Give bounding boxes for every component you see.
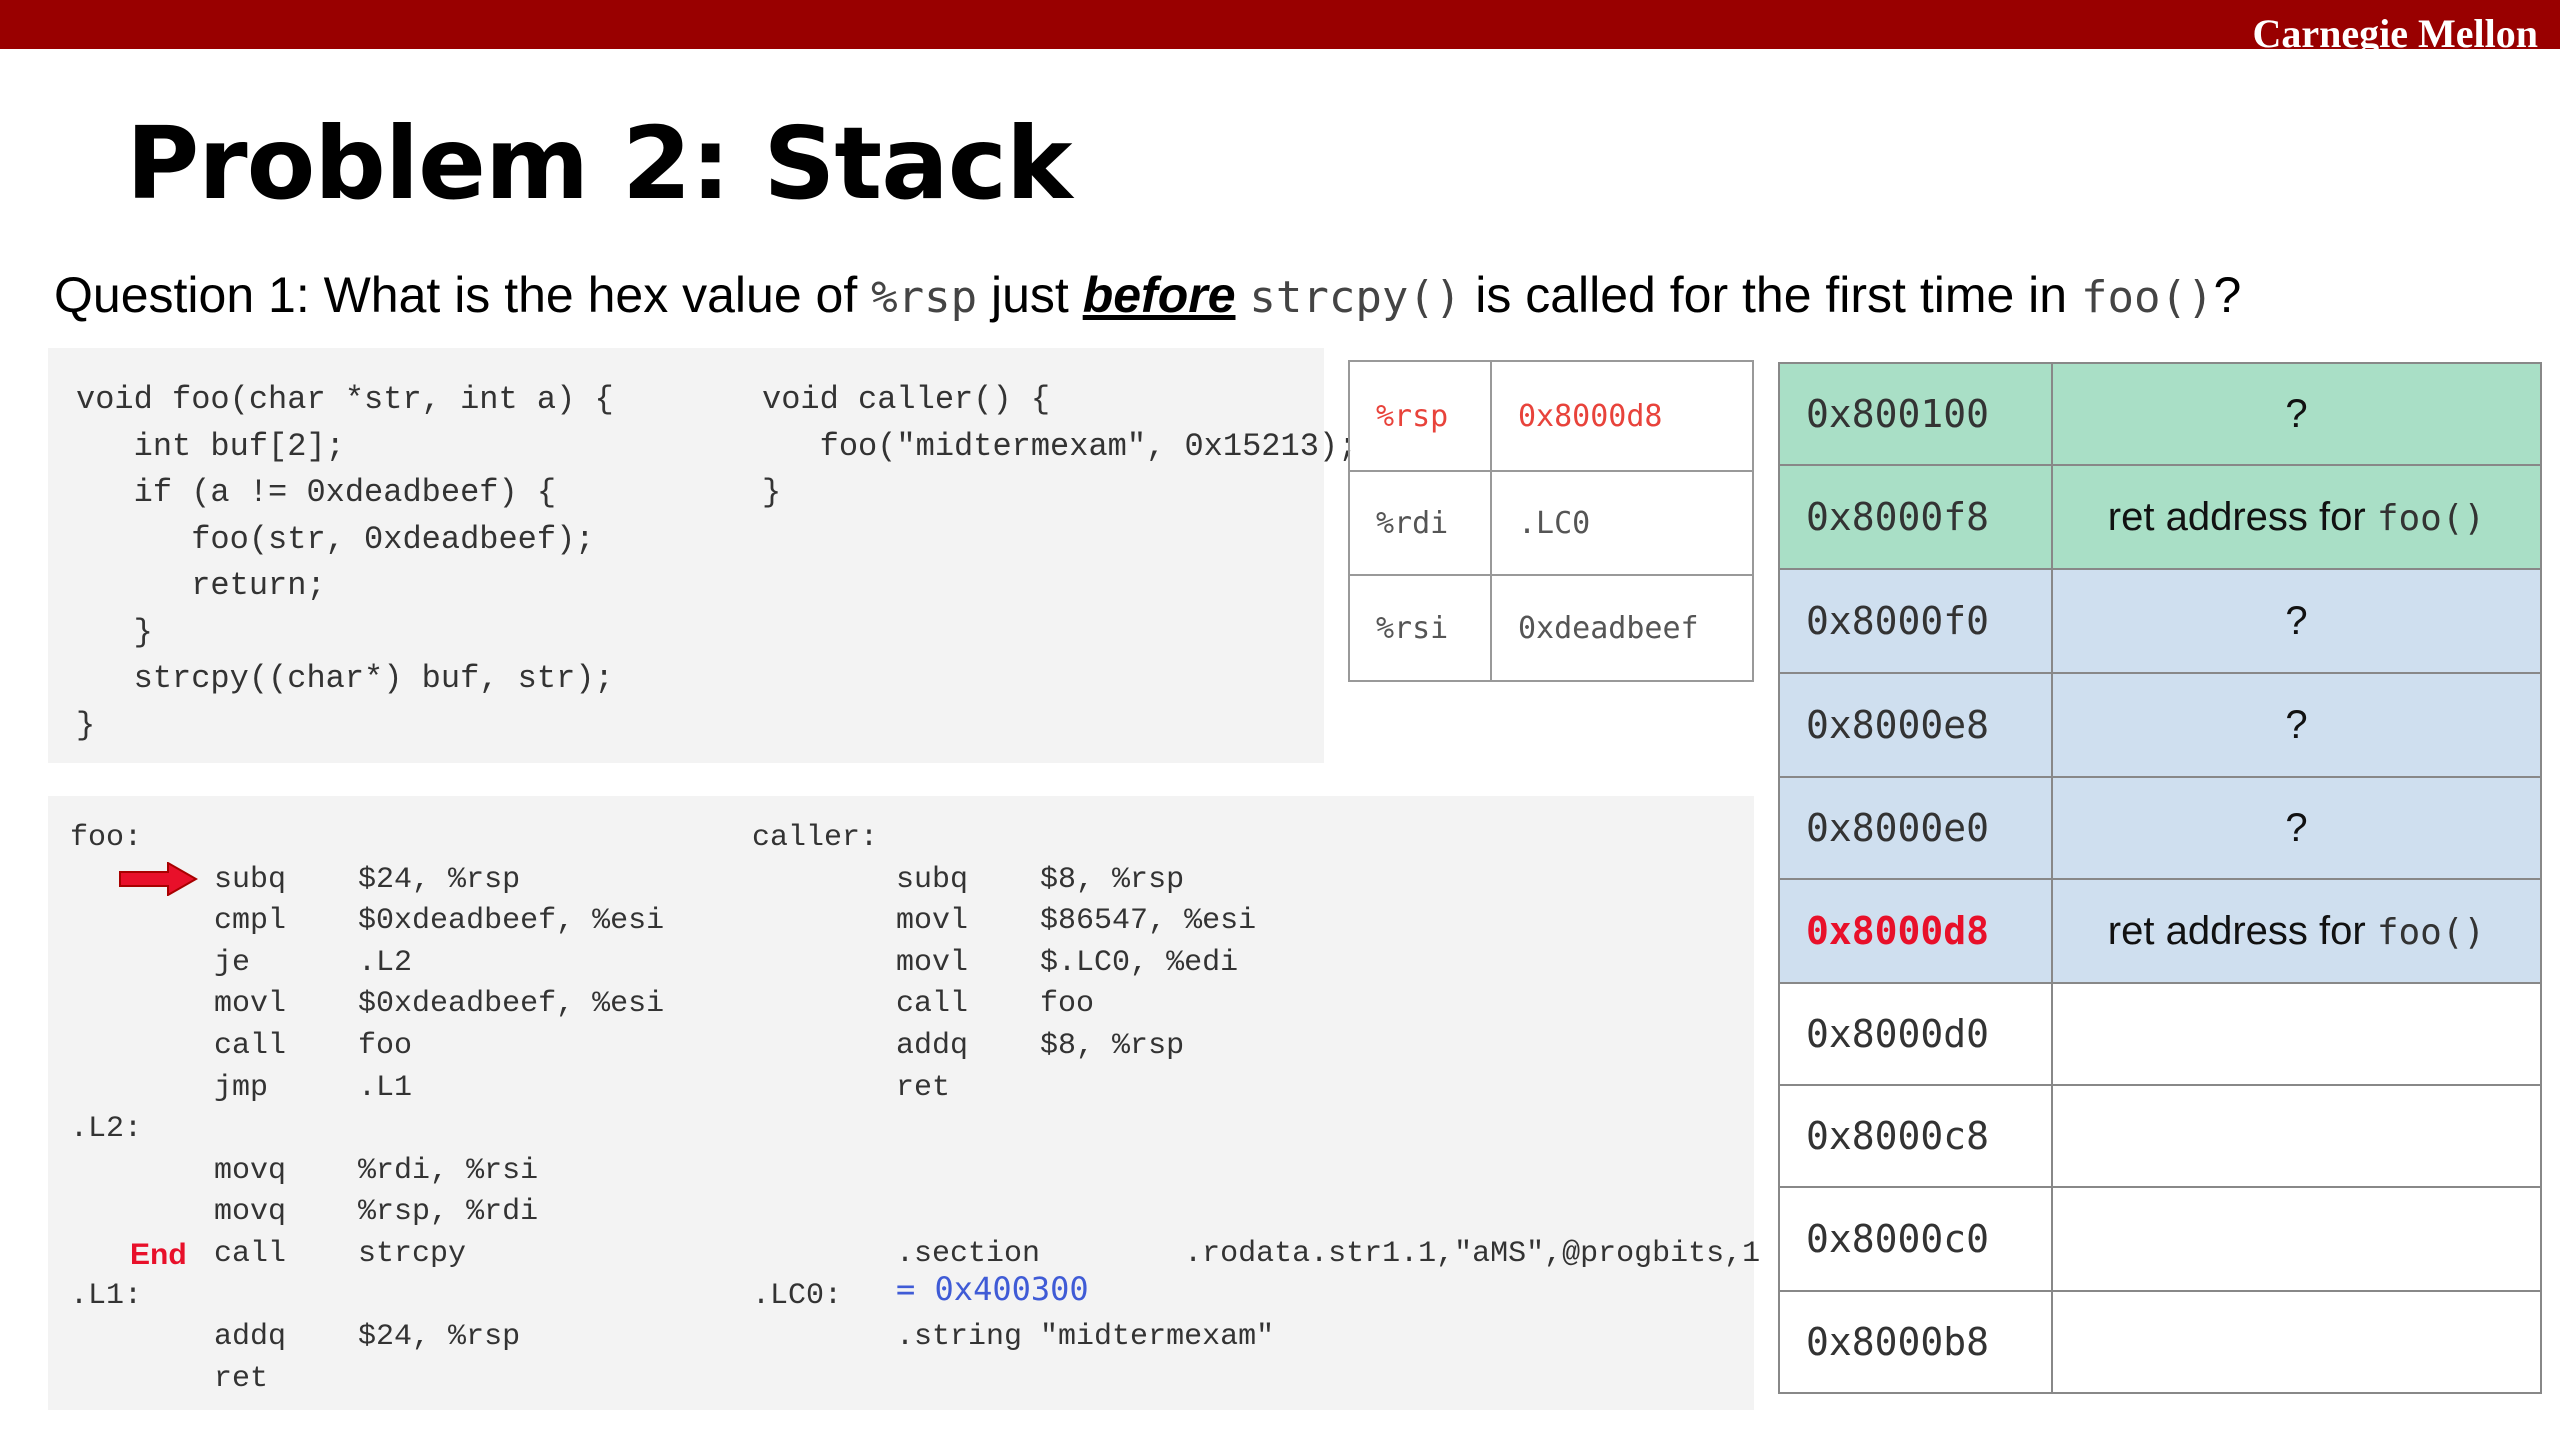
stack-row: 0x8000b8 [1778, 1290, 2542, 1394]
asm-code-foo: foo: subq $24, %rsp cmpl $0xdeadbeef, %e… [70, 821, 665, 1396]
stack-value [2051, 1186, 2542, 1292]
stack-value: ? [2051, 672, 2542, 778]
stack-address: 0x800100 [1778, 362, 2053, 466]
slide-title: Problem 2: Stack [126, 105, 1072, 222]
register-value: 0x8000d8 [1490, 360, 1754, 472]
question-emphasis: before [1082, 267, 1236, 323]
stack-value [2051, 1290, 2542, 1394]
stack-address: 0x8000d8 [1778, 878, 2053, 984]
stack-address: 0x8000c0 [1778, 1186, 2053, 1292]
question-text: Question 1: What is the hex value of %rs… [54, 262, 2241, 331]
register-table: %rsp 0x8000d8 %rdi .LC0 %rsi 0xdeadbeef [1348, 360, 1754, 682]
brand-logo: Carnegie Mellon [2252, 11, 2539, 49]
stack-value: ? [2051, 776, 2542, 880]
stack-value: ret address for foo() [2051, 878, 2542, 984]
question-suffix: ? [2213, 267, 2242, 323]
stack-address: 0x8000e0 [1778, 776, 2053, 880]
stack-row: 0x8000f8 ret address for foo() [1778, 464, 2542, 570]
question-prefix: Question 1: What is the hex value of [54, 267, 872, 323]
stack-value: ret address for foo() [2051, 464, 2542, 570]
question-mid3: is called for the first time in [1461, 267, 2081, 323]
end-marker-label: End [130, 1238, 187, 1271]
stack-value [2051, 1084, 2542, 1188]
register-name: %rdi [1348, 470, 1492, 576]
register-name: %rsi [1348, 574, 1492, 682]
stack-address: 0x8000f8 [1778, 464, 2053, 570]
register-value: .LC0 [1490, 470, 1754, 576]
stack-row: 0x8000d8 ret address for foo() [1778, 878, 2542, 984]
stack-value: ? [2051, 568, 2542, 674]
stack-row: 0x8000c0 [1778, 1186, 2542, 1292]
stack-row: 0x8000e0 ? [1778, 776, 2542, 880]
right-arrow-icon [119, 862, 198, 896]
stack-value: ? [2051, 362, 2542, 466]
question-func-strcpy: strcpy() [1249, 272, 1462, 323]
header-bar: Carnegie Mellon [0, 0, 2560, 49]
register-row: %rsi 0xdeadbeef [1348, 574, 1754, 682]
stack-row: 0x800100 ? [1778, 362, 2542, 466]
stack-address: 0x8000d0 [1778, 982, 2053, 1086]
stack-address: 0x8000c8 [1778, 1084, 2053, 1188]
question-mid2 [1236, 267, 1250, 323]
register-row: %rsp 0x8000d8 [1348, 360, 1754, 472]
question-register: %rsp [871, 272, 978, 323]
register-name: %rsp [1348, 360, 1492, 472]
stack-address: 0x8000b8 [1778, 1290, 2053, 1394]
question-mid1: just [977, 267, 1083, 323]
register-value: 0xdeadbeef [1490, 574, 1754, 682]
lc0-address-annotation: = 0x400300 [896, 1270, 1089, 1308]
question-func-foo: foo() [2080, 272, 2214, 323]
stack-diagram: 0x800100 ? 0x8000f8 ret address for foo(… [1778, 362, 2542, 1394]
stack-row: 0x8000c8 [1778, 1084, 2542, 1188]
stack-row: 0x8000d0 [1778, 982, 2542, 1086]
c-code-caller: void caller() { foo("midtermexam", 0x152… [762, 381, 1358, 511]
stack-row: 0x8000e8 ? [1778, 672, 2542, 778]
stack-address: 0x8000e8 [1778, 672, 2053, 778]
stack-address: 0x8000f0 [1778, 568, 2053, 674]
c-code-foo: void foo(char *str, int a) { int buf[2];… [76, 381, 614, 744]
stack-row: 0x8000f0 ? [1778, 568, 2542, 674]
register-row: %rdi .LC0 [1348, 470, 1754, 576]
stack-value [2051, 982, 2542, 1086]
